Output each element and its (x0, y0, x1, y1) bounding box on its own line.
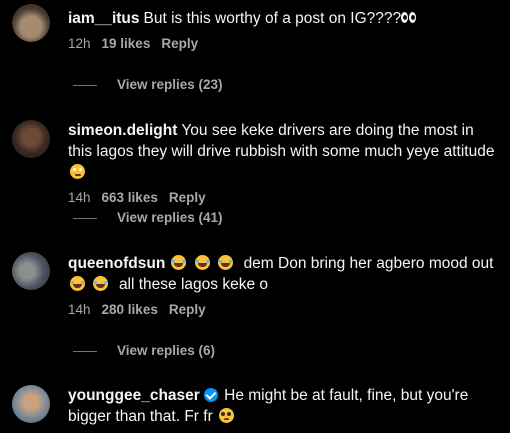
comment-time: 14h (68, 190, 91, 205)
comment-meta: 14h 663 likes Reply (68, 190, 498, 205)
pleading-face-icon (219, 408, 235, 423)
divider-line (73, 84, 97, 86)
comment-text: younggee_chaser He might be at fault, fi… (68, 385, 498, 427)
comment-body-continued: all these lagos keke o (118, 276, 269, 293)
comment-meta: 12h 19 likes Reply (68, 36, 498, 51)
likes-count[interactable]: 663 likes (102, 190, 158, 205)
comment-body: dem Don bring her agbero mood out (243, 255, 494, 272)
face-rolling-eyes-icon (70, 164, 85, 179)
avatar[interactable] (12, 252, 50, 290)
view-replies-label: View replies (23) (117, 77, 223, 92)
comment-text: iam__itus But is this worthy of a post on… (68, 8, 498, 29)
reply-button[interactable]: Reply (161, 36, 198, 51)
verified-badge-icon (203, 388, 218, 402)
comment-username[interactable]: younggee_chaser (68, 387, 200, 404)
likes-count[interactable]: 280 likes (102, 302, 158, 317)
view-replies-button[interactable]: View replies (23) (73, 77, 223, 92)
view-replies-button[interactable]: View replies (6) (73, 343, 215, 358)
eyes-emoji-icon (401, 12, 417, 24)
comment-time: 14h (68, 302, 91, 317)
view-replies-button[interactable]: View replies (41) (73, 210, 223, 225)
laughing-emoji-icon (171, 255, 187, 270)
comment-body: But is this worthy of a post on IG???? (143, 10, 402, 27)
comment-text: queenofdsun dem Don bring her agbero moo… (68, 253, 498, 295)
laughing-emoji-icon (217, 255, 233, 270)
comment-meta: 14h 280 likes Reply (68, 302, 498, 317)
laughing-emoji-icon (93, 276, 109, 291)
divider-line (73, 350, 97, 352)
divider-line (73, 217, 97, 219)
comment-username[interactable]: iam__itus (68, 10, 140, 27)
avatar[interactable] (12, 385, 50, 423)
laughing-emoji-icon (194, 255, 210, 270)
avatar[interactable] (12, 120, 50, 158)
view-replies-label: View replies (41) (117, 210, 223, 225)
comment-username[interactable]: simeon.delight (68, 122, 177, 139)
avatar[interactable] (12, 4, 50, 42)
reply-button[interactable]: Reply (169, 302, 206, 317)
view-replies-label: View replies (6) (117, 343, 216, 358)
comment-username[interactable]: queenofdsun (68, 255, 165, 272)
reply-button[interactable]: Reply (169, 190, 206, 205)
laughing-emoji-icon (70, 276, 85, 291)
comment-text: simeon.delight You see keke drivers are d… (68, 120, 498, 183)
comment-time: 12h (68, 36, 91, 51)
likes-count[interactable]: 19 likes (102, 36, 151, 51)
